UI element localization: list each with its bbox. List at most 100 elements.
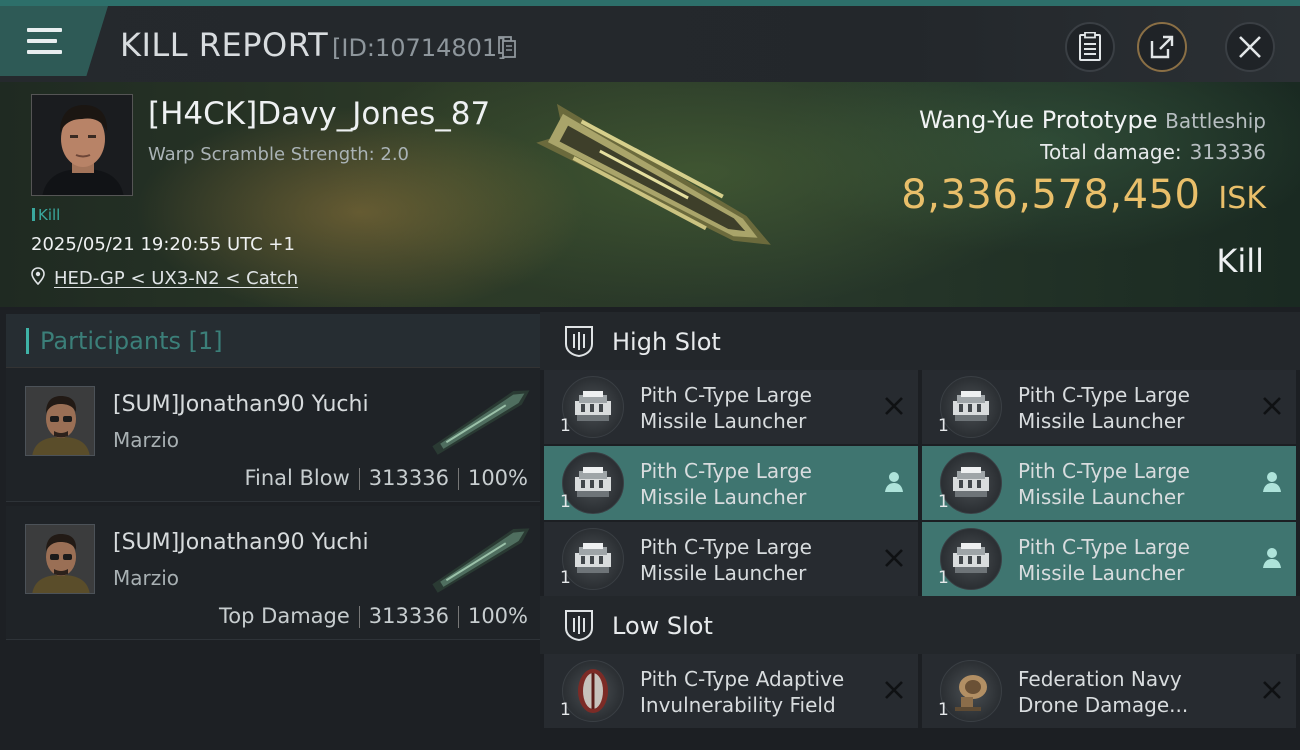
- ship-title: Wang-Yue Prototype Battleship: [919, 106, 1266, 134]
- slot-item[interactable]: 1 Pith C-Type Large Missile Launcher: [922, 370, 1296, 444]
- participant-role: Top Damage: [219, 604, 350, 628]
- total-damage: Total damage: 313336: [1040, 140, 1266, 164]
- report-id: [ID:10714801]: [332, 34, 507, 62]
- participants-panel: Participants [1] [SUM]Jonathan90 Yuchi M…: [0, 310, 540, 750]
- missile-launcher-icon: [953, 391, 989, 421]
- copy-icon[interactable]: [498, 36, 516, 58]
- invulnerability-field-icon: [578, 669, 608, 713]
- item-quantity: 1: [938, 416, 949, 436]
- person-icon: [885, 472, 903, 492]
- kill-tag-label: Kill: [38, 206, 61, 224]
- victim-ship-image[interactable]: [520, 102, 800, 272]
- high-slot-label: High Slot: [612, 328, 721, 356]
- close-icon: [1239, 36, 1261, 58]
- module-icon-frame: [562, 376, 624, 438]
- divider: [457, 606, 459, 628]
- module-icon-frame: [940, 660, 1002, 722]
- low-slot-label: Low Slot: [612, 612, 713, 640]
- item-quantity: 1: [560, 568, 571, 588]
- participant-name[interactable]: [SUM]Jonathan90 Yuchi: [113, 530, 369, 555]
- share-icon: [1150, 35, 1174, 59]
- participant-role: Final Blow: [244, 466, 350, 490]
- location-pin-icon: [31, 267, 45, 285]
- item-name: Pith C-Type Large Missile Launcher: [1018, 383, 1190, 433]
- divider: [358, 468, 360, 490]
- item-name: Pith C-Type Large Missile Launcher: [640, 383, 812, 433]
- total-damage-value: 313336: [1189, 140, 1266, 164]
- total-damage-label: Total damage:: [1040, 140, 1182, 164]
- item-quantity: 1: [560, 700, 571, 720]
- missile-launcher-icon: [953, 543, 989, 573]
- clipboard-icon: [1079, 32, 1101, 61]
- person-icon: [1263, 472, 1281, 492]
- item-name: Federation Navy Drone Damage...: [1018, 667, 1189, 717]
- participant-ship: Marzio: [113, 566, 180, 590]
- drone-damage-module-icon: [955, 675, 987, 711]
- item-name: Pith C-Type Large Missile Launcher: [640, 459, 812, 509]
- victim-name[interactable]: [H4CK]Davy_Jones_87: [148, 96, 490, 132]
- participant-row[interactable]: [SUM]Jonathan90 Yuchi Marzio Top Damage 3…: [6, 506, 540, 640]
- high-slot-icon: [565, 326, 593, 358]
- item-name: Pith C-Type Large Missile Launcher: [1018, 535, 1190, 585]
- avatar: [26, 525, 94, 593]
- participant-damage: 313336: [368, 604, 449, 628]
- participants-label: Participants [1]: [40, 327, 223, 355]
- slot-item[interactable]: 1 Federation Navy Drone Damage...: [922, 654, 1296, 728]
- participant-avatar[interactable]: [25, 524, 95, 594]
- destroyed-x-icon: [1263, 681, 1281, 699]
- item-quantity: 1: [938, 568, 949, 588]
- participants-header-bar: [26, 328, 29, 354]
- item-quantity: 1: [938, 492, 949, 512]
- item-name: Pith C-Type Large Missile Launcher: [640, 535, 812, 585]
- kill-date: 2025/05/21 19:20:55 UTC +1: [31, 234, 295, 255]
- item-quantity: 1: [560, 492, 571, 512]
- participant-avatar[interactable]: [25, 386, 95, 456]
- victim-portrait[interactable]: [31, 94, 133, 196]
- item-quantity: 1: [938, 700, 949, 720]
- ship-name[interactable]: Wang-Yue Prototype: [919, 106, 1157, 134]
- participant-ship: Marzio: [113, 428, 180, 452]
- divider: [457, 468, 459, 490]
- destroyed-x-icon: [885, 549, 903, 567]
- missile-launcher-icon: [575, 543, 611, 573]
- destroyed-x-icon: [885, 397, 903, 415]
- isk-value: 8,336,578,450: [901, 172, 1201, 218]
- missile-launcher-icon: [575, 391, 611, 421]
- page-title: KILL REPORT: [120, 26, 329, 64]
- share-button[interactable]: [1137, 22, 1187, 72]
- slot-item[interactable]: 1 Pith C-Type Large Missile Launcher: [544, 370, 918, 444]
- participants-header[interactable]: Participants [1]: [6, 314, 540, 368]
- participant-ship-image: [432, 528, 530, 593]
- participant-percent: 100%: [467, 466, 528, 490]
- close-button[interactable]: [1225, 22, 1275, 72]
- participant-row[interactable]: [SUM]Jonathan90 Yuchi Marzio Final Blow 3…: [6, 368, 540, 502]
- participant-ship-image: [432, 390, 530, 455]
- victim-banner: [H4CK]Davy_Jones_87 Warp Scramble Streng…: [0, 82, 1300, 307]
- participant-percent: 100%: [467, 604, 528, 628]
- item-name: Pith C-Type Adaptive Invulnerability Fie…: [640, 667, 845, 717]
- menu-button[interactable]: [0, 6, 108, 76]
- slot-item[interactable]: 1 Pith C-Type Large Missile Launcher: [544, 522, 918, 596]
- slot-item[interactable]: 1 Pith C-Type Large Missile Launcher: [544, 446, 918, 520]
- isk-value-row: 8,336,578,450 ISK: [901, 172, 1266, 218]
- module-icon-frame: [940, 528, 1002, 590]
- kill-tag: Kill: [32, 206, 60, 224]
- kill-report-screen: KILL REPORT [ID:10714801] [H4CK]Davy_Jon…: [0, 0, 1300, 750]
- module-icon-frame: [562, 452, 624, 514]
- clipboard-button[interactable]: [1065, 22, 1115, 72]
- person-icon: [1263, 548, 1281, 568]
- participant-stats: Final Blow 313336 100%: [244, 466, 528, 490]
- participant-damage: 313336: [368, 466, 449, 490]
- participant-name[interactable]: [SUM]Jonathan90 Yuchi: [113, 392, 369, 417]
- warp-scramble-strength: Warp Scramble Strength: 2.0: [148, 144, 410, 165]
- slot-item[interactable]: 1 Pith C-Type Large Missile Launcher: [922, 522, 1296, 596]
- ship-class: Battleship: [1165, 109, 1266, 133]
- avatar: [32, 95, 132, 195]
- slot-item[interactable]: 1 Pith C-Type Large Missile Launcher: [922, 446, 1296, 520]
- high-slot-header: High Slot: [540, 312, 1300, 370]
- location-link[interactable]: HED-GP < UX3-N2 < Catch: [54, 268, 298, 289]
- isk-unit: ISK: [1218, 181, 1266, 216]
- low-slot-header: Low Slot: [540, 596, 1300, 654]
- slot-item[interactable]: 1 Pith C-Type Adaptive Invulnerability Fi…: [544, 654, 918, 728]
- module-icon-frame: [562, 528, 624, 590]
